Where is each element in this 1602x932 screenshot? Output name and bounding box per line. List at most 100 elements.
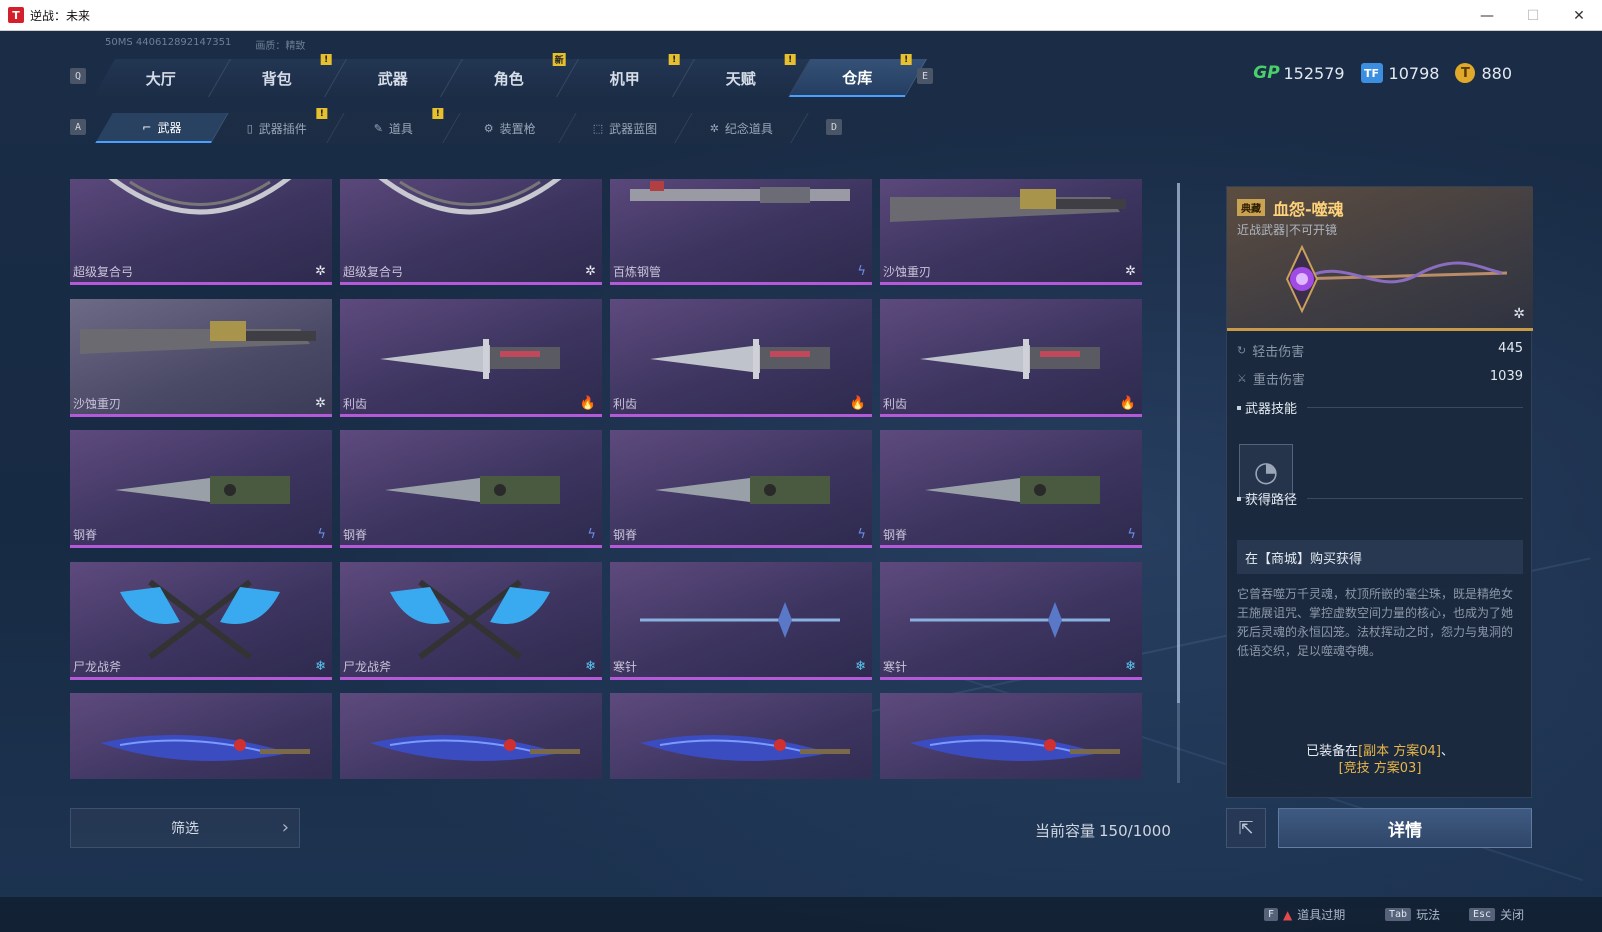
item-grid: 超级复合弓 ✲ 超级复合弓 ✲ 百炼钢管 ϟ 沙蚀重刃 ✲ 沙蚀重刃 ✲ 利齿 🔥 利齿 🔥 利齿 🔥 钢脊 ϟ 钢… bbox=[70, 179, 1170, 779]
item-card-name: 利齿 bbox=[613, 397, 638, 411]
tab-sub-3[interactable]: ⚙ 装置枪 bbox=[443, 113, 577, 143]
grid-scrollbar[interactable] bbox=[1177, 183, 1180, 783]
item-card[interactable]: 尸龙战斧 ❄ bbox=[70, 562, 332, 680]
capacity-value: 150/1000 bbox=[1099, 822, 1171, 840]
weapon-image bbox=[390, 579, 550, 660]
element-icon: ❄ bbox=[1125, 659, 1136, 674]
weapon-image bbox=[630, 181, 850, 203]
item-card[interactable]: 渡鸦剑🔥 bbox=[610, 693, 872, 779]
element-icon: ❄ bbox=[315, 659, 326, 674]
item-card[interactable]: 利齿 🔥 bbox=[340, 299, 602, 417]
capacity-label: 当前容量 bbox=[1035, 822, 1096, 840]
tab-main-4[interactable]: 机甲! bbox=[557, 54, 695, 97]
key-hint-next-main: E bbox=[917, 68, 933, 84]
gp-icon: GP bbox=[1253, 63, 1280, 83]
stat-heavy-attack: ⚔ 重击伤害 1039 bbox=[1237, 369, 1523, 388]
tab-sub-2[interactable]: ✎ 道具! bbox=[327, 108, 461, 143]
item-card[interactable]: 沙蚀重刃 ✲ bbox=[880, 179, 1142, 285]
item-card[interactable]: 超级复合弓 ✲ bbox=[70, 179, 332, 285]
weapon-image bbox=[108, 179, 292, 215]
heavy-attack-icon: ⚔ bbox=[1237, 372, 1247, 385]
alert-badge: ! bbox=[320, 54, 332, 65]
filter-button[interactable]: 筛选 › bbox=[70, 808, 300, 848]
window-title: 逆战：未来 bbox=[30, 8, 91, 23]
weapon-image bbox=[910, 735, 1120, 761]
tab-main-6[interactable]: 仓库! bbox=[789, 54, 927, 97]
tab-sub-5[interactable]: ✲ 纪念道具 bbox=[675, 113, 809, 143]
item-card[interactable]: 尸龙战斧 ❄ bbox=[340, 562, 602, 680]
hint-0[interactable]: F ▲ 道具过期 bbox=[1264, 906, 1345, 923]
element-icon: 🔥 bbox=[1119, 396, 1136, 411]
hint-1[interactable]: Tab 玩法 bbox=[1385, 906, 1440, 923]
tab-main-0[interactable]: 大厅 bbox=[93, 59, 231, 97]
tab-sub-1[interactable]: ▯ 武器插件! bbox=[211, 108, 345, 143]
sub-tab-label: 武器 bbox=[157, 120, 182, 135]
item-card[interactable]: 钢脊 ϟ bbox=[880, 430, 1142, 548]
item-card[interactable]: 沙蚀重刃 ✲ bbox=[70, 299, 332, 417]
item-card[interactable]: 钢脊 ϟ bbox=[70, 430, 332, 548]
item-card[interactable]: 寒针 ❄ bbox=[610, 562, 872, 680]
item-card[interactable]: 百炼钢管 ϟ bbox=[610, 179, 872, 285]
item-card-name: 钢脊 bbox=[343, 528, 368, 542]
chevron-right-icon: › bbox=[281, 817, 289, 838]
tab-label: 大厅 bbox=[146, 69, 177, 88]
item-card[interactable]: 超级复合弓 ✲ bbox=[340, 179, 602, 285]
hint-2[interactable]: Esc 关闭 bbox=[1469, 906, 1524, 923]
details-button[interactable]: 详情 bbox=[1278, 808, 1532, 848]
hint-label: 关闭 bbox=[1500, 908, 1525, 922]
tab-main-1[interactable]: 背包! bbox=[209, 54, 347, 97]
item-card[interactable]: 渡鸦剑🔥 bbox=[70, 693, 332, 779]
rarity-badge: 典藏 bbox=[1237, 199, 1265, 216]
close-window-button[interactable]: ✕ bbox=[1556, 0, 1602, 31]
capacity-readout: 当前容量 150/1000 bbox=[1035, 820, 1171, 841]
element-icon: ✲ bbox=[315, 264, 326, 279]
coin-icon: T bbox=[1455, 63, 1476, 83]
weapon-image bbox=[380, 339, 560, 379]
item-card[interactable]: 寒针 ❄ bbox=[880, 562, 1142, 680]
item-card[interactable]: 钢脊 ϟ bbox=[340, 430, 602, 548]
item-card[interactable]: 渡鸦剑🔥 bbox=[340, 693, 602, 779]
sub-tab-icon: ✎ bbox=[373, 121, 384, 135]
element-icon: ❄ bbox=[855, 659, 866, 674]
item-card-name: 钢脊 bbox=[73, 528, 98, 542]
tab-main-2[interactable]: 武器 bbox=[325, 59, 463, 97]
maximize-button[interactable]: ☐ bbox=[1510, 0, 1556, 31]
hint-label: 玩法 bbox=[1416, 908, 1441, 922]
skill-section-title: 武器技能 bbox=[1237, 398, 1523, 417]
minimize-button[interactable]: — bbox=[1464, 0, 1510, 31]
weapon-image bbox=[370, 735, 580, 761]
tab-main-5[interactable]: 天赋! bbox=[673, 54, 811, 97]
key-hint-prev-sub: A bbox=[70, 119, 86, 135]
filter-label: 筛选 bbox=[171, 821, 199, 837]
tab-main-3[interactable]: 角色 新 bbox=[441, 53, 579, 97]
weapon-image bbox=[378, 179, 562, 215]
weapon-image bbox=[120, 579, 280, 660]
sub-tab-icon: ⬚ bbox=[593, 121, 604, 135]
item-card[interactable]: 渡鸦剑🔥 bbox=[880, 693, 1142, 779]
item-card[interactable]: 钢脊 ϟ bbox=[610, 430, 872, 548]
alert-badge: ! bbox=[668, 54, 680, 65]
element-icon: ϟ bbox=[587, 527, 596, 542]
item-card-name: 利齿 bbox=[883, 397, 908, 411]
share-button[interactable]: ⇱ bbox=[1226, 808, 1266, 848]
scrollbar-thumb[interactable] bbox=[1177, 183, 1180, 703]
item-card-name: 超级复合弓 bbox=[73, 265, 134, 279]
item-card-name: 尸龙战斧 bbox=[73, 660, 122, 674]
weapon-image bbox=[640, 735, 850, 761]
element-icon: ϟ bbox=[857, 264, 866, 279]
item-card-name: 百炼钢管 bbox=[613, 265, 662, 279]
item-card[interactable]: 利齿 🔥 bbox=[880, 299, 1142, 417]
weapon-image bbox=[100, 735, 310, 761]
light-attack-icon: ↻ bbox=[1237, 344, 1247, 357]
item-card[interactable]: 利齿 🔥 bbox=[610, 299, 872, 417]
item-card-name: 寒针 bbox=[613, 660, 638, 674]
element-icon: ✲ bbox=[1513, 306, 1525, 322]
weapon-image bbox=[385, 476, 560, 504]
tab-sub-4[interactable]: ⬚ 武器蓝图 bbox=[559, 113, 693, 143]
item-card-name: 寒针 bbox=[883, 660, 908, 674]
item-card-name: 利齿 bbox=[343, 397, 368, 411]
detail-header: 典藏 血怨-噬魂 近战武器|不可开镜 ✲ bbox=[1227, 187, 1533, 331]
tab-sub-0[interactable]: ⌐ 武器 bbox=[95, 113, 229, 143]
item-card-name: 钢脊 bbox=[883, 528, 908, 542]
element-icon: ϟ bbox=[857, 527, 866, 542]
